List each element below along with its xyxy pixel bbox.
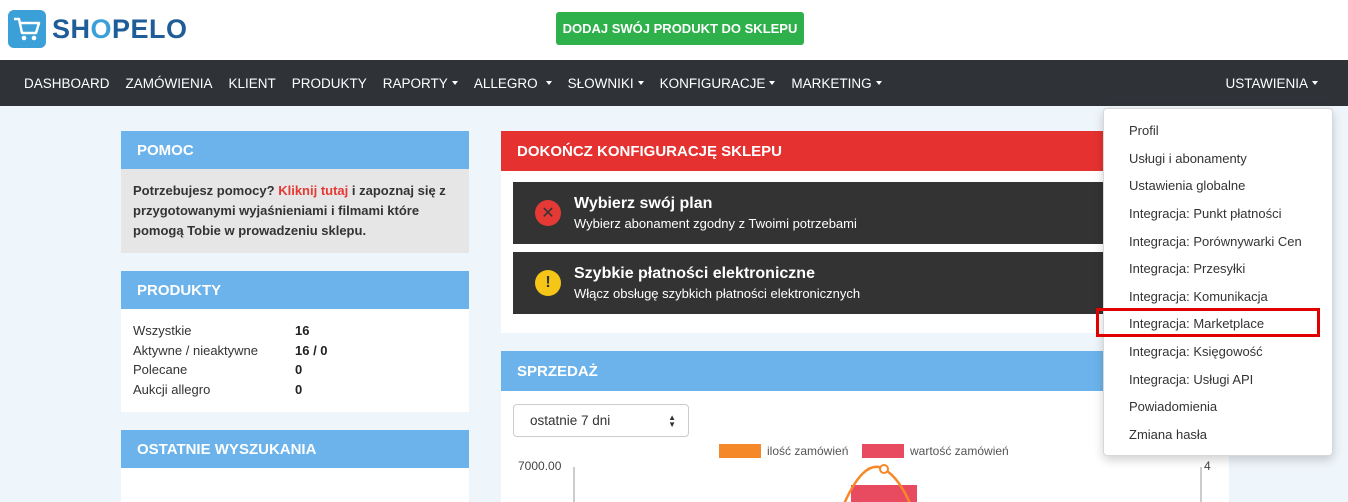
menu-item-ustawienia-globalne[interactable]: Ustawienia globalne [1104, 172, 1332, 200]
top-bar: SHOPELO DODAJ SWÓJ PRODUKT DO SKLEPU [0, 0, 1348, 60]
menu-item-punkt-platnosci[interactable]: Integracja: Punkt płatności [1104, 200, 1332, 228]
add-product-button[interactable]: DODAJ SWÓJ PRODUKT DO SKLEPU [556, 12, 804, 45]
stat-row: Wszystkie 16 [133, 323, 310, 339]
select-arrows-icon: ▲ ▼ [668, 413, 676, 429]
sales-chart [573, 464, 1202, 502]
menu-item-uslugi-api[interactable]: Integracja: Usługi API [1104, 365, 1332, 393]
help-text: Potrzebujesz pomocy? Kliknij tutaj i zap… [121, 169, 469, 253]
recent-searches-title: OSTATNIE WYSZUKANIA [121, 430, 469, 468]
caret-down-icon [769, 81, 776, 85]
menu-item-komunikacja[interactable]: Integracja: Komunikacja [1104, 283, 1332, 311]
nav-konfiguracje[interactable]: KONFIGURACJE [652, 76, 784, 91]
marketplace-highlight-box [1096, 308, 1320, 337]
nav-dashboard[interactable]: DASHBOARD [0, 76, 118, 91]
stat-row: Aukcji allegro 0 [133, 381, 303, 397]
help-panel-title: POMOC [121, 131, 469, 169]
caret-down-icon [451, 81, 458, 85]
menu-item-uslugi[interactable]: Usługi i abonamenty [1104, 145, 1332, 173]
orders-point [879, 464, 889, 474]
caret-down-icon [875, 81, 882, 85]
menu-item-zmiana-hasla[interactable]: Zmiana hasła [1104, 421, 1332, 449]
products-panel: PRODUKTY Wszystkie 16 Aktywne / nieaktywn… [121, 271, 469, 412]
cart-logo-icon [8, 10, 46, 48]
nav-slowniki[interactable]: SŁOWNIKI [560, 76, 652, 91]
recent-searches-panel: OSTATNIE WYSZUKANIA [121, 430, 469, 502]
help-panel: POMOC Potrzebujesz pomocy? Kliknij tutaj… [121, 131, 469, 253]
menu-item-porownywarki[interactable]: Integracja: Porównywarki Cen [1104, 227, 1332, 255]
legend-swatch [719, 444, 761, 458]
error-icon: ✕ [535, 200, 561, 226]
warning-icon: ! [535, 270, 561, 296]
nav-allegro[interactable]: ALLEGRO [466, 76, 560, 91]
caret-down-icon [637, 81, 644, 85]
main-nav: DASHBOARD ZAMÓWIENIA KLIENT PRODUKTY RAP… [0, 60, 1348, 106]
nav-ustawienia[interactable]: USTAWIENIA [1217, 60, 1326, 106]
help-link[interactable]: Kliknij tutaj [278, 183, 348, 198]
nav-marketing[interactable]: MARKETING [783, 76, 889, 91]
period-select[interactable]: ostatnie 7 dni ▲ ▼ [513, 404, 689, 437]
caret-down-icon [545, 81, 552, 85]
settings-dropdown: Profil Usługi i abonamenty Ustawienia gl… [1103, 108, 1333, 456]
menu-item-powiadomienia[interactable]: Powiadomienia [1104, 393, 1332, 421]
menu-item-ksiegowosc[interactable]: Integracja: Księgowość [1104, 338, 1332, 366]
stat-row: Polecane 0 [133, 362, 303, 378]
stat-row: Aktywne / nieaktywne 16 / 0 [133, 342, 328, 358]
nav-zamowienia[interactable]: ZAMÓWIENIA [118, 76, 221, 91]
menu-item-profil[interactable]: Profil [1104, 117, 1332, 145]
legend-orders-count[interactable]: ilość zamówień [719, 444, 848, 458]
menu-item-przesylki[interactable]: Integracja: Przesyłki [1104, 255, 1332, 283]
logo[interactable]: SHOPELO [8, 10, 188, 48]
nav-produkty[interactable]: PRODUKTY [284, 76, 375, 91]
nav-raporty[interactable]: RAPORTY [375, 76, 466, 91]
caret-down-icon [1312, 81, 1318, 85]
products-panel-title: PRODUKTY [121, 271, 469, 309]
nav-klient[interactable]: KLIENT [221, 76, 284, 91]
products-stats: Wszystkie 16 Aktywne / nieaktywne 16 / 0 P… [121, 309, 469, 399]
legend-orders-value[interactable]: wartość zamówień [862, 444, 1009, 458]
legend-swatch [862, 444, 904, 458]
logo-text: SHOPELO [52, 13, 188, 44]
